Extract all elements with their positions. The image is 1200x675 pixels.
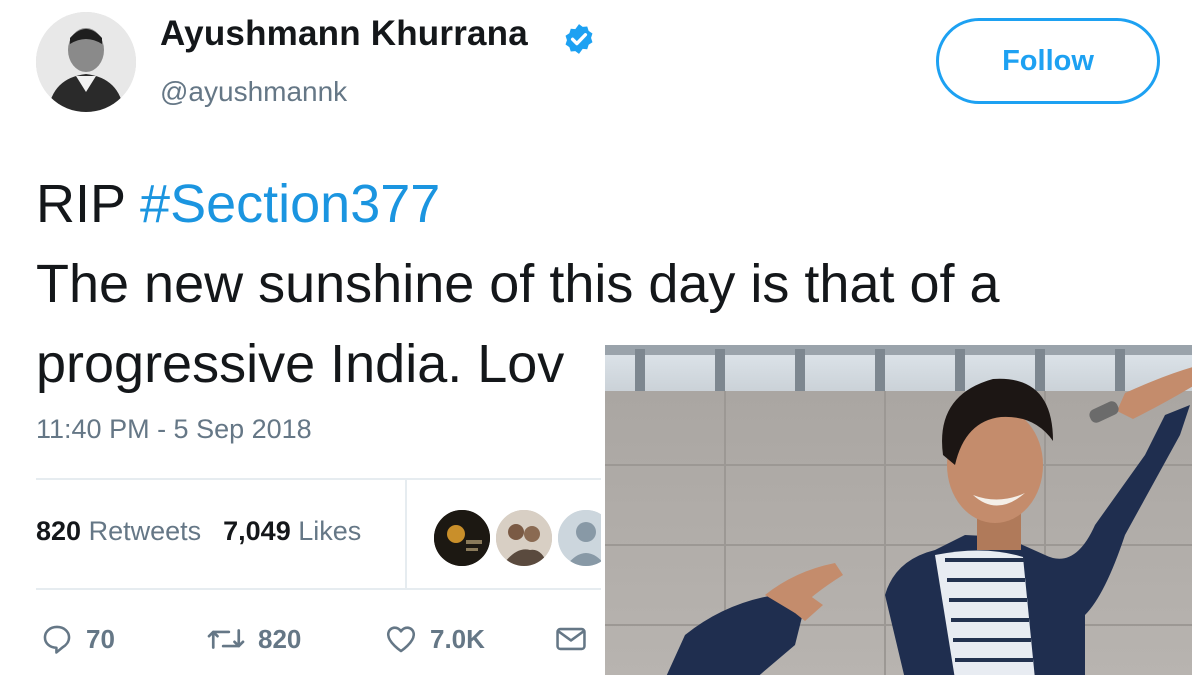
tweet-prefix: RIP xyxy=(36,174,141,234)
display-name[interactable]: Ayushmann Khurrana xyxy=(160,14,528,54)
likes-count: 7,049 xyxy=(223,516,291,546)
retweets-label: Retweets xyxy=(88,516,202,546)
liker-avatar[interactable] xyxy=(494,508,554,568)
person-dabbing-photo xyxy=(605,345,1192,675)
liker-avatar-image xyxy=(496,510,552,566)
retweet-icon xyxy=(207,629,245,649)
retweets-count: 820 xyxy=(36,516,82,546)
user-handle[interactable]: @ayushmannk xyxy=(160,76,347,108)
hashtag-link[interactable]: #Section377 xyxy=(140,174,440,234)
like-count: 7.0K xyxy=(430,623,485,654)
tweet-stats: 820 Retweets 7,049 Likes xyxy=(36,516,383,547)
like-button[interactable]: 7.0K xyxy=(384,622,485,656)
divider xyxy=(405,480,407,588)
tweet-timestamp[interactable]: 11:40 PM - 5 Sep 2018 xyxy=(36,414,312,445)
divider xyxy=(36,588,616,590)
avatar-image xyxy=(36,12,136,112)
avatar[interactable] xyxy=(36,12,136,112)
heart-icon xyxy=(386,626,416,653)
envelope-icon xyxy=(556,627,586,651)
verified-badge-icon xyxy=(565,24,593,54)
direct-message-button[interactable] xyxy=(554,622,588,656)
divider xyxy=(36,478,616,480)
likes-label: Likes xyxy=(298,516,362,546)
reply-count: 70 xyxy=(86,623,115,654)
likes-stat[interactable]: 7,049 Likes xyxy=(223,516,361,546)
follow-button[interactable]: Follow xyxy=(936,18,1160,104)
tweet-line-1: RIP #Section377 xyxy=(36,164,1166,244)
overlay-photo xyxy=(601,341,1192,675)
retweet-count: 820 xyxy=(258,623,302,654)
liker-avatar-image xyxy=(434,510,490,566)
retweets-stat[interactable]: 820 Retweets xyxy=(36,516,201,546)
reply-button[interactable]: 70 xyxy=(40,622,115,656)
tweet-line-2: The new sunshine of this day is that of … xyxy=(36,254,1000,314)
retweet-button[interactable]: 820 xyxy=(206,622,301,656)
reply-icon xyxy=(43,625,71,654)
liker-avatar[interactable] xyxy=(432,508,492,568)
